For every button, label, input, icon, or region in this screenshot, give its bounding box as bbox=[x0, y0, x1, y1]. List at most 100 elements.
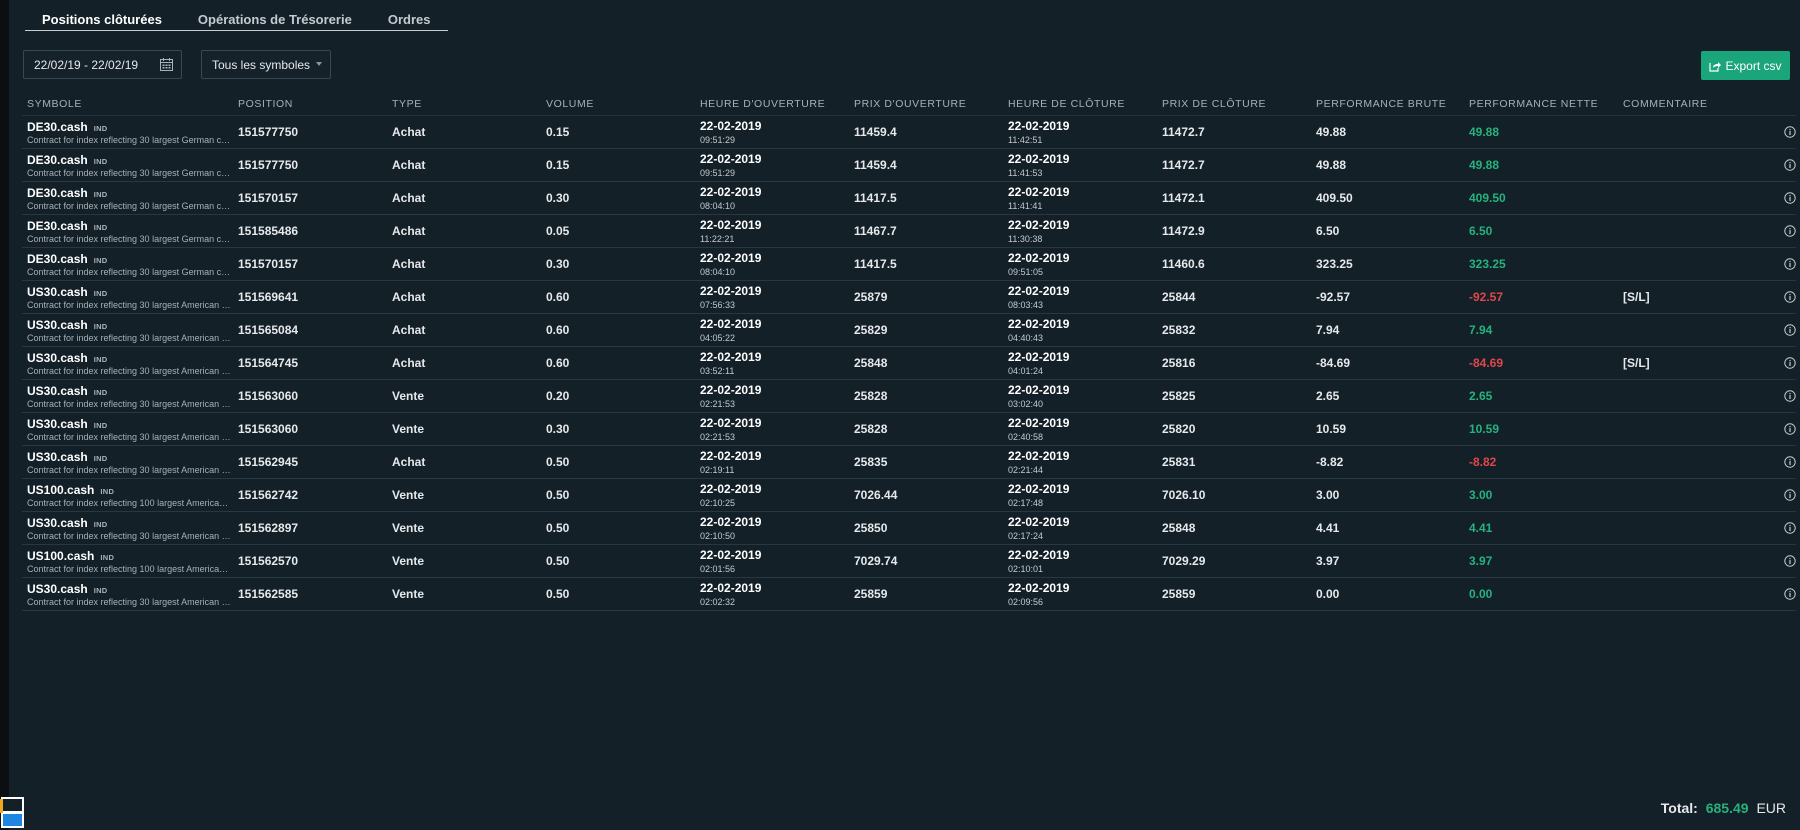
table-row[interactable]: US30.cash IND Contract for index reflectin… bbox=[22, 314, 1796, 347]
cell-comment bbox=[1618, 446, 1772, 478]
cell-comment bbox=[1618, 215, 1772, 247]
open-time: 02:21:53 bbox=[700, 399, 736, 409]
cell-net-performance: 409.50 bbox=[1469, 191, 1506, 205]
symbol-category-badge: IND bbox=[93, 519, 108, 529]
export-csv-button[interactable]: Export csv bbox=[1701, 51, 1790, 80]
table-row[interactable]: US30.cash IND Contract for index reflectin… bbox=[22, 380, 1796, 413]
column-header-open-price[interactable]: PRIX D'OUVERTURE bbox=[849, 94, 1003, 115]
info-icon[interactable] bbox=[1784, 192, 1796, 204]
info-icon[interactable] bbox=[1784, 126, 1796, 138]
cell-type: Achat bbox=[392, 125, 426, 139]
close-time: 02:17:48 bbox=[1008, 498, 1044, 508]
symbol-filter-select[interactable]: Tous les symboles bbox=[201, 50, 331, 79]
tab-treasury-operations[interactable]: Opérations de Trésorerie bbox=[180, 9, 370, 30]
column-header-symbol[interactable]: SYMBOLE bbox=[22, 94, 233, 115]
tab-orders[interactable]: Ordres bbox=[370, 9, 449, 30]
cell-open-time: 22-02-2019 02:01:56 bbox=[695, 545, 849, 577]
cell-close-time: 22-02-2019 04:40:43 bbox=[1003, 314, 1157, 346]
symbol-name: DE30.cash bbox=[27, 185, 88, 200]
cell-position: 151564745 bbox=[238, 356, 299, 370]
table-row[interactable]: US30.cash IND Contract for index reflectin… bbox=[22, 347, 1796, 380]
cell-info bbox=[1772, 347, 1796, 379]
close-date: 22-02-2019 bbox=[1008, 185, 1070, 199]
table-row[interactable]: DE30.cash IND Contract for index reflectin… bbox=[22, 248, 1796, 281]
cell-info bbox=[1772, 545, 1796, 577]
column-header-comment[interactable]: COMMENTAIRE bbox=[1618, 94, 1772, 115]
open-time: 02:02:32 bbox=[700, 597, 736, 607]
column-header-gross-performance[interactable]: PERFORMANCE BRUTE bbox=[1311, 94, 1464, 115]
close-date: 22-02-2019 bbox=[1008, 284, 1070, 298]
info-icon[interactable] bbox=[1784, 456, 1796, 468]
table-row[interactable]: US100.cash IND Contract for index reflecti… bbox=[22, 545, 1796, 578]
tab-closed-positions[interactable]: Positions clôturées bbox=[25, 9, 180, 30]
cell-comment bbox=[1618, 380, 1772, 412]
info-icon[interactable] bbox=[1784, 258, 1796, 270]
info-icon[interactable] bbox=[1784, 489, 1796, 501]
info-icon[interactable] bbox=[1784, 588, 1796, 600]
symbol-description: Contract for index reflecting 30 largest… bbox=[27, 365, 232, 376]
closed-positions-panel: Positions clôturées Opérations de Trésor… bbox=[9, 0, 1800, 830]
open-time: 07:56:33 bbox=[700, 300, 736, 310]
table-row[interactable]: DE30.cash IND Contract for index reflectin… bbox=[22, 215, 1796, 248]
cell-close-time: 22-02-2019 08:03:43 bbox=[1003, 281, 1157, 313]
symbol-line: DE30.cash IND bbox=[27, 153, 233, 167]
symbol-category-badge: IND bbox=[93, 321, 108, 331]
table-row[interactable]: US30.cash IND Contract for index reflectin… bbox=[22, 281, 1796, 314]
cell-open-price: 25850 bbox=[854, 521, 888, 535]
close-time: 04:01:24 bbox=[1008, 366, 1044, 376]
symbol-description: Contract for index reflecting 30 largest… bbox=[27, 332, 232, 343]
cell-type: Achat bbox=[392, 455, 426, 469]
symbol-description: Contract for index reflecting 30 largest… bbox=[27, 464, 232, 475]
info-icon[interactable] bbox=[1784, 390, 1796, 402]
column-header-net-performance[interactable]: PERFORMANCE NETTE bbox=[1464, 94, 1618, 115]
column-header-volume[interactable]: VOLUME bbox=[541, 94, 695, 115]
column-header-close-time[interactable]: HEURE DE CLÔTURE bbox=[1003, 94, 1157, 115]
info-icon[interactable] bbox=[1784, 324, 1796, 336]
table-row[interactable]: US30.cash IND Contract for index reflectin… bbox=[22, 578, 1796, 611]
cell-gross-performance: -8.82 bbox=[1316, 455, 1344, 469]
info-icon[interactable] bbox=[1784, 522, 1796, 534]
cell-gross-performance: 0.00 bbox=[1316, 587, 1340, 601]
cell-gross-performance: 10.59 bbox=[1316, 422, 1347, 436]
cell-symbol: US30.cash IND Contract for index reflectin… bbox=[22, 347, 233, 379]
info-icon[interactable] bbox=[1784, 357, 1796, 369]
chevron-down-icon bbox=[316, 62, 322, 66]
info-icon[interactable] bbox=[1784, 159, 1796, 171]
column-header-close-price[interactable]: PRIX DE CLÔTURE bbox=[1157, 94, 1311, 115]
cell-info bbox=[1772, 215, 1796, 247]
table-row[interactable]: DE30.cash IND Contract for index reflectin… bbox=[22, 116, 1796, 149]
info-icon[interactable] bbox=[1784, 291, 1796, 303]
cell-symbol: US100.cash IND Contract for index reflecti… bbox=[22, 545, 233, 577]
table-row[interactable]: DE30.cash IND Contract for index reflectin… bbox=[22, 182, 1796, 215]
table-row[interactable]: US100.cash IND Contract for index reflecti… bbox=[22, 479, 1796, 512]
column-header-position[interactable]: POSITION bbox=[233, 94, 387, 115]
info-icon[interactable] bbox=[1784, 225, 1796, 237]
symbol-line: US30.cash IND bbox=[27, 417, 233, 431]
date-range-picker[interactable]: 22/02/19 - 22/02/19 bbox=[23, 50, 182, 79]
cell-close-price: 11472.1 bbox=[1162, 191, 1205, 205]
cell-open-price: 11417.5 bbox=[854, 191, 897, 205]
symbol-category-badge: IND bbox=[93, 354, 108, 364]
symbol-description: Contract for index reflecting 30 largest… bbox=[27, 596, 232, 607]
open-time: 02:10:25 bbox=[700, 498, 736, 508]
cell-open-time: 22-02-2019 09:51:29 bbox=[695, 149, 849, 181]
table-row[interactable]: US30.cash IND Contract for index reflectin… bbox=[22, 446, 1796, 479]
table-row[interactable]: DE30.cash IND Contract for index reflectin… bbox=[22, 149, 1796, 182]
corner-widget[interactable] bbox=[0, 797, 25, 830]
table-row[interactable]: US30.cash IND Contract for index reflectin… bbox=[22, 512, 1796, 545]
cell-close-time: 22-02-2019 11:42:51 bbox=[1003, 116, 1157, 148]
table-row[interactable]: US30.cash IND Contract for index reflectin… bbox=[22, 413, 1796, 446]
info-icon[interactable] bbox=[1784, 423, 1796, 435]
cell-position: 151562570 bbox=[238, 554, 299, 568]
column-header-open-time[interactable]: HEURE D'OUVERTURE bbox=[695, 94, 849, 115]
date-range-value: 22/02/19 - 22/02/19 bbox=[34, 57, 139, 72]
cell-type: Achat bbox=[392, 224, 426, 238]
calendar-icon[interactable] bbox=[160, 58, 173, 71]
symbol-line: US30.cash IND bbox=[27, 450, 233, 464]
cell-symbol: DE30.cash IND Contract for index reflectin… bbox=[22, 182, 233, 214]
symbol-line: US30.cash IND bbox=[27, 384, 233, 398]
open-time: 03:52:11 bbox=[700, 366, 735, 376]
info-icon[interactable] bbox=[1784, 555, 1796, 567]
cell-volume: 0.50 bbox=[546, 587, 570, 601]
column-header-type[interactable]: TYPE bbox=[387, 94, 541, 115]
